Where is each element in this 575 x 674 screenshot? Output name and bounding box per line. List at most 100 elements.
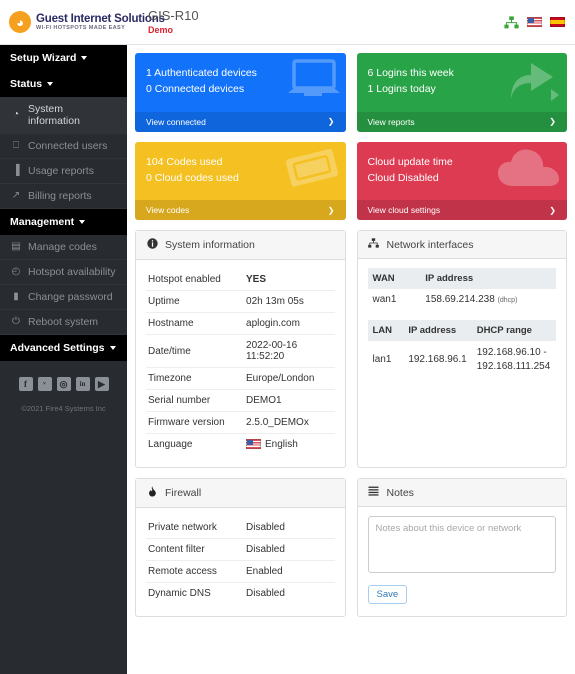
sidebar-section-label: Status: [10, 78, 43, 90]
stat-card-body: 6 Logins this week 1 Logins today: [357, 53, 568, 112]
stat-card-body: Cloud update time Cloud Disabled: [357, 142, 568, 201]
row-value[interactable]: aplogin.com: [244, 312, 335, 336]
authenticated-devices-card[interactable]: 1 Authenticated devices 0 Connected devic…: [135, 53, 346, 132]
lan-col-ip: IP address: [403, 320, 472, 342]
sidebar-item-system-information[interactable]: ◔ System information: [0, 97, 127, 134]
panel-title: Firewall: [165, 487, 202, 500]
stat-card-footer-link[interactable]: View reports ❯: [356, 111, 567, 132]
device-model: GIS-R10: [148, 7, 199, 23]
row-value[interactable]: 2.5.0_DEMOx: [244, 411, 335, 435]
chevron-right-icon: ❯: [549, 205, 556, 215]
row-value: English: [244, 434, 334, 456]
table-row: Remote access Enabled: [146, 560, 335, 584]
logins-card[interactable]: 6 Logins this week 1 Logins today View rep…: [356, 53, 568, 132]
panel-grid-bottom: Firewall Private network Disabled Content …: [135, 478, 567, 618]
sidebar-item-connected-users[interactable]: ⎕ Connected users: [0, 134, 127, 159]
sidebar-nav: Setup Wizard Status ◔ System information ⎕ Co…: [0, 45, 127, 361]
linkedin-icon[interactable]: in: [75, 377, 90, 391]
sidebar-item-manage-codes[interactable]: ▤ Manage codes: [0, 235, 127, 260]
flag-usa-icon[interactable]: [527, 17, 542, 27]
row-value[interactable]: Disabled: [244, 583, 334, 605]
list-icon: [368, 486, 380, 499]
stat-footer-label: View connected: [146, 116, 206, 127]
header-actions: [504, 15, 575, 29]
sidebar-section-status[interactable]: Status: [0, 71, 127, 97]
codes-card[interactable]: 104 Codes used 0 Cloud codes used View cod…: [135, 141, 346, 221]
youtube-icon[interactable]: ▶: [94, 377, 109, 391]
row-key: Date/time: [146, 334, 245, 369]
stat-secondary-line: 1 Logins today: [367, 83, 436, 96]
row-value[interactable]: Disabled: [244, 538, 335, 562]
sidebar-item-reboot-system[interactable]: ⏻ Reboot system: [0, 310, 127, 335]
stat-card-body: 104 Codes used 0 Cloud codes used: [135, 142, 346, 201]
sidebar-section-label: Management: [10, 216, 75, 228]
wan-mode-label: (dhcp): [497, 297, 518, 305]
row-key: Content filter: [146, 538, 245, 562]
stat-secondary-line: 0 Connected devices: [146, 83, 245, 96]
sidebar-item-usage-reports[interactable]: ▐ Usage reports: [0, 159, 127, 184]
twitter-icon[interactable]: ᵛ: [37, 377, 52, 391]
sidebar-section-setup-wizard[interactable]: Setup Wizard: [0, 45, 127, 71]
row-value[interactable]: Disabled: [244, 517, 335, 540]
stat-footer-label: View cloud settings: [367, 205, 441, 216]
cloud-card[interactable]: Cloud update time Cloud Disabled View clou…: [356, 141, 568, 221]
sidebar-item-billing-reports[interactable]: ↗ Billing reports: [0, 184, 127, 209]
logo-mark-icon: ◕: [9, 11, 31, 33]
wifi-person-icon: ◕: [16, 14, 24, 30]
table-row: Hotspot enabled YES: [146, 269, 335, 292]
table-row: Language English: [146, 434, 335, 456]
table-header-row: WAN IP address: [367, 268, 556, 290]
main-content: 1 Authenticated devices 0 Connected devic…: [127, 45, 575, 674]
panel-header: Notes: [357, 479, 566, 508]
bar-chart-icon: ▐: [12, 165, 20, 176]
facebook-icon[interactable]: f: [18, 377, 33, 391]
sidebar-item-label: System information: [28, 103, 80, 127]
instagram-icon[interactable]: ◎: [56, 377, 71, 391]
sidebar-item-label: Manage codes: [28, 241, 97, 253]
chevron-down-icon: [109, 346, 116, 350]
row-value[interactable]: Enabled: [244, 560, 335, 584]
sidebar-section-management[interactable]: Management: [0, 209, 127, 235]
firewall-panel: Firewall Private network Disabled Content …: [135, 478, 346, 618]
stat-card-footer-link[interactable]: View connected ❯: [135, 111, 346, 132]
wan-col-label: WAN: [367, 268, 421, 290]
flag-spain-icon[interactable]: [550, 17, 565, 27]
chevron-right-icon: ❯: [327, 205, 335, 215]
chevron-right-icon: ❯: [327, 117, 335, 127]
row-value: 2022-00-16 11:52:20: [244, 334, 335, 369]
dashboard-icon: ◔: [12, 109, 20, 120]
panel-body: WAN IP address wan1 158.69.214.238 (dhcp…: [358, 259, 567, 390]
stat-card-body: 1 Authenticated devices 0 Connected devic…: [135, 53, 346, 112]
table-row: Private network Disabled: [146, 517, 335, 540]
sidebar-item-change-password[interactable]: ▮ Change password: [0, 285, 127, 310]
stat-card-footer-link[interactable]: View codes ❯: [135, 200, 346, 221]
save-button[interactable]: Save: [367, 585, 408, 605]
sitemap-icon[interactable]: [504, 15, 519, 29]
sidebar: Setup Wizard Status ◔ System information ⎕ Co…: [0, 45, 127, 674]
brand-logo[interactable]: ◕ Guest Internet Solutions WI-FI HOTSPOT…: [0, 11, 165, 33]
sidebar-item-label: Reboot system: [28, 316, 99, 328]
sidebar-item-hotspot-availability[interactable]: ◴ Hotspot availability: [0, 260, 127, 285]
wan-ip-value: 158.69.214.238: [425, 294, 495, 306]
row-key: Dynamic DNS: [148, 588, 211, 600]
row-value[interactable]: Europe/London: [244, 367, 335, 391]
panel-header: Firewall: [136, 479, 345, 509]
table-row: lan1 192.168.96.1 192.168.96.10 - 192.16…: [368, 341, 557, 378]
sidebar-item-label: Connected users: [28, 140, 108, 152]
row-value: DEMO1: [244, 389, 335, 413]
row-key: Hostname: [146, 312, 245, 336]
wan-interface-link[interactable]: wan1: [368, 289, 421, 310]
stat-card-footer-link[interactable]: View cloud settings ❯: [356, 200, 567, 221]
row-key: Remote access: [146, 560, 245, 584]
sidebar-section-advanced-settings[interactable]: Advanced Settings: [0, 335, 127, 361]
table-header-row: LAN IP address DHCP range: [367, 320, 556, 342]
row-key: Uptime: [146, 290, 245, 314]
device-info: GIS-R10 Demo: [148, 8, 199, 36]
panel-title: Network interfaces: [386, 238, 474, 251]
panel-header: System information: [136, 231, 345, 261]
row-key: Firmware version: [146, 411, 245, 435]
lan-interface-link[interactable]: lan1: [368, 341, 404, 378]
flame-icon: [146, 486, 158, 500]
lan-dhcp-range: 192.168.96.10 - 192.168.111.254: [476, 347, 551, 372]
notes-input[interactable]: [367, 516, 556, 574]
